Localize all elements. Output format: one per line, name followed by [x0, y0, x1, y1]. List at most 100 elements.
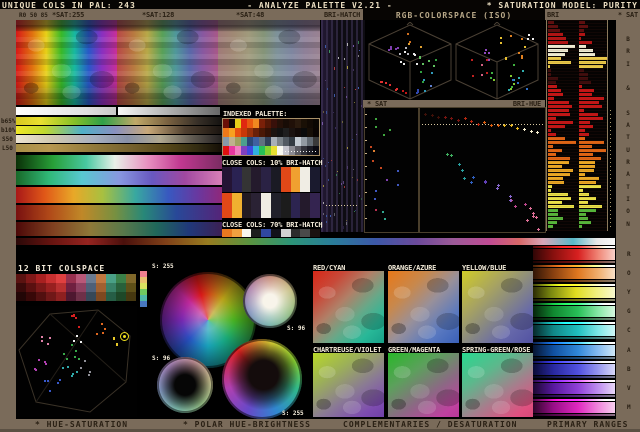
colspace-cell [16, 274, 26, 283]
colspace-cell [96, 292, 106, 301]
scatter-dot [433, 65, 435, 67]
side-vertical-letter: I [626, 196, 630, 203]
primary-band-main [533, 383, 615, 394]
hatch-speckle [346, 222, 347, 225]
scatter-dot [490, 77, 492, 79]
hue-marker [463, 177, 466, 180]
scatter-dot [396, 88, 398, 90]
bar [548, 177, 563, 180]
mosaic-sat-255 [16, 20, 117, 105]
hatch-speckle [358, 87, 359, 89]
bar [548, 29, 560, 32]
bar [548, 189, 551, 192]
gradient-strip [16, 126, 222, 134]
hatch-speckle [347, 166, 348, 169]
primary-band-thin [533, 265, 615, 267]
bar [579, 209, 596, 212]
bar [548, 57, 561, 60]
scatter-dot [518, 52, 520, 54]
bar [548, 93, 563, 96]
bar [548, 221, 557, 224]
scatter-dot [491, 72, 493, 74]
hue-marker [529, 207, 532, 210]
polar-circle-3 [157, 357, 213, 413]
hue-marker [503, 124, 506, 127]
scatter-dot [510, 75, 512, 77]
close-cols-10-row-2 [222, 193, 320, 218]
scatter-dot [49, 390, 51, 392]
hue-marker [526, 219, 529, 222]
bar [579, 37, 581, 40]
bar [579, 169, 594, 172]
hue-marker [532, 212, 535, 215]
footer-hue-saturation[interactable]: * HUE-SATURATION [35, 420, 128, 429]
bar [579, 73, 588, 76]
bar [579, 89, 594, 92]
scatter-dot [73, 315, 75, 317]
bar [548, 129, 551, 132]
gradient-strip [16, 144, 222, 152]
bar [548, 141, 576, 144]
strip-label-b65: b65% [1, 118, 16, 125]
close-col-swatch [310, 167, 320, 192]
comp-square-3 [462, 271, 533, 343]
primary-band-thin [533, 284, 615, 286]
scatter-dot [424, 90, 426, 92]
primary-band-thin [533, 342, 615, 344]
bar [548, 121, 573, 124]
scatter-dot [522, 70, 524, 72]
scatter-dot [116, 343, 118, 345]
primary-letter: O [627, 270, 631, 277]
colspace-cell [76, 283, 86, 292]
footer-primary-ranges[interactable]: PRIMARY RANGES [547, 420, 628, 429]
footer-polar-hue-brightness[interactable]: * POLAR HUE-BRIGHTNESS [183, 420, 311, 429]
bri-hatch-column [321, 20, 365, 232]
close-col-swatch [241, 193, 252, 218]
hue-marker [497, 124, 500, 127]
scatter-dot [417, 91, 419, 93]
scatter-dot [532, 38, 534, 40]
bar [579, 165, 595, 168]
hatch-speckle [353, 169, 354, 170]
scatter-dot [375, 209, 377, 211]
bar [548, 77, 558, 80]
hatch-streaks [321, 20, 365, 232]
hatch-speckle [354, 211, 355, 212]
bar [548, 61, 571, 64]
scatter-dot [408, 43, 410, 45]
hue-marker [464, 117, 467, 120]
bar [579, 25, 588, 28]
hue-marker [536, 131, 539, 134]
primary-band-main [533, 325, 615, 336]
gradient-strip [16, 155, 222, 169]
hatch-speckle [325, 165, 326, 167]
colspace-cell [86, 292, 96, 301]
hatch-speckle [344, 87, 345, 88]
mosaic-sat-128 [117, 20, 218, 105]
comp-square-2 [388, 271, 459, 343]
hatch-speckle [342, 121, 343, 123]
gradient-strip [16, 205, 222, 220]
sat-48-label[interactable]: *SAT:48 [236, 11, 264, 19]
close-col-swatch [290, 167, 301, 192]
primary-band-main [533, 306, 615, 317]
hatch-speckle [331, 160, 332, 161]
bar [579, 101, 599, 104]
close-col-swatch [310, 193, 320, 218]
comp-square-6 [462, 353, 533, 417]
close-col-swatch [261, 193, 271, 218]
scatter-dot [382, 211, 384, 213]
scatter-dot [59, 379, 61, 381]
comp-square-4 [313, 353, 384, 417]
footer-complementaries[interactable]: COMPLEMENTARIES / DESATURATION [343, 420, 518, 429]
colspace-cell [46, 283, 56, 292]
scatter-dot [403, 63, 405, 65]
bar [579, 153, 593, 156]
colspace-cell [16, 292, 26, 301]
sat-255-label[interactable]: *SAT:255 [52, 11, 84, 19]
scatter-dot [407, 53, 409, 55]
primary-band-main [533, 249, 615, 260]
sat-128-label[interactable]: *SAT:128 [142, 11, 174, 19]
close-col-swatch [222, 229, 232, 237]
scatter-dot [76, 371, 78, 373]
